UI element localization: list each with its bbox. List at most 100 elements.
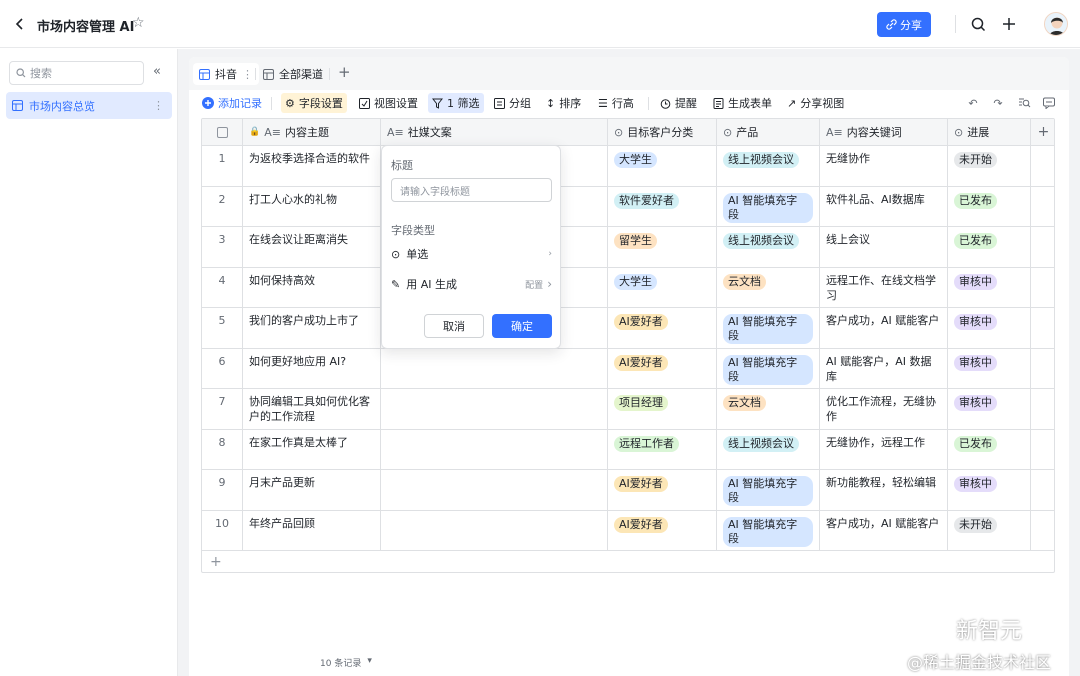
search-input[interactable]: 搜索	[9, 61, 144, 85]
cell-keywords[interactable]: 客户成功，AI 赋能客户	[820, 308, 948, 348]
cell-status[interactable]: 审核中	[948, 267, 1031, 307]
cell-topic[interactable]: 打工人心水的礼物	[243, 186, 381, 226]
cell-product[interactable]: AI 智能填充字段	[717, 348, 820, 388]
table-row[interactable]: 8 在家工作真是太棒了 远程工作者 线上视频会议 无缝协作，远程工作 已发布	[202, 429, 1054, 470]
table-row[interactable]: 6 如何更好地应用 AI? AI爱好者 AI 智能填充字段 AI 赋能客户，AI 数据库…	[202, 348, 1054, 389]
column-header-customer[interactable]: ⊙ 目标客户分类	[608, 119, 717, 146]
cell-product[interactable]: 云文档	[717, 267, 820, 307]
sidebar-item-overview[interactable]: 市场内容总览 ⋮	[6, 92, 172, 119]
remind-button[interactable]: 提醒	[656, 93, 701, 113]
add-column-icon[interactable]: +	[1031, 119, 1054, 146]
row-height-button[interactable]: ☰ 行高	[594, 93, 638, 113]
cell-topic[interactable]: 如何更好地应用 AI?	[243, 348, 381, 388]
record-count[interactable]: 10 条记录 ▾	[320, 656, 372, 669]
cell-product[interactable]: 线上视频会议	[717, 429, 820, 469]
cell-empty[interactable]	[1031, 187, 1054, 227]
cell-topic[interactable]: 年终产品回顾	[243, 510, 381, 550]
cell-topic[interactable]: 为返校季选择合适的软件	[243, 146, 381, 186]
cell-status[interactable]: 审核中	[948, 389, 1031, 429]
cell-customer[interactable]: AI爱好者	[608, 510, 717, 550]
cell-keywords[interactable]: 新功能教程，轻松编辑	[820, 470, 948, 510]
table-row[interactable]: 10 年终产品回顾 AI爱好者 AI 智能填充字段 客户成功，AI 赋能客户 未开始	[202, 510, 1054, 551]
cell-n[interactable]: 3	[202, 227, 243, 267]
add-row-icon[interactable]: +	[202, 550, 1054, 572]
column-header-status[interactable]: ⊙ 进展	[948, 119, 1031, 146]
cell-product[interactable]: AI 智能填充字段	[717, 510, 820, 550]
collapse-sidebar-icon[interactable]: «	[153, 64, 161, 79]
cell-empty[interactable]	[1031, 389, 1054, 429]
field-title-input[interactable]: 请输入字段标题	[391, 178, 552, 202]
cell-keywords[interactable]: 软件礼品、AI数据库	[820, 186, 948, 226]
filter-button[interactable]: 1 筛选	[428, 93, 484, 113]
cell-customer[interactable]: 软件爱好者	[608, 186, 717, 226]
column-header-keywords[interactable]: A≡ 内容关键词	[820, 119, 948, 146]
cell-customer[interactable]: 大学生	[608, 267, 717, 307]
cell-topic[interactable]: 月末产品更新	[243, 470, 381, 510]
group-button[interactable]: 分组	[490, 93, 535, 113]
find-replace-icon[interactable]	[1016, 95, 1032, 111]
cell-n[interactable]: 5	[202, 308, 243, 348]
cell-topic[interactable]: 在家工作真是太棒了	[243, 429, 381, 469]
cell-n[interactable]: 2	[202, 186, 243, 226]
field-settings-button[interactable]: ⚙ 字段设置	[281, 93, 347, 113]
cell-keywords[interactable]: 优化工作流程，无缝协作	[820, 389, 948, 429]
cell-status[interactable]: 已发布	[948, 227, 1031, 267]
cell-product[interactable]: AI 智能填充字段	[717, 308, 820, 348]
column-header-social-copy[interactable]: A≡ 社媒文案	[381, 119, 608, 146]
add-tab-icon[interactable]: +	[338, 63, 351, 81]
cell-topic[interactable]: 如何保持高效	[243, 267, 381, 307]
cell-keywords[interactable]: 无缝协作，远程工作	[820, 429, 948, 469]
table-row[interactable]: 9 月末产品更新 AI爱好者 AI 智能填充字段 新功能教程，轻松编辑 审核中	[202, 470, 1054, 511]
cell-customer[interactable]: AI爱好者	[608, 348, 717, 388]
cell-topic[interactable]: 在线会议让距离消失	[243, 227, 381, 267]
cell-product[interactable]: 云文档	[717, 389, 820, 429]
select-all-checkbox[interactable]	[202, 119, 243, 146]
more-icon[interactable]: ⋮	[153, 99, 164, 112]
cell-keywords[interactable]: 无缝协作	[820, 146, 948, 186]
cell-empty[interactable]	[1031, 349, 1054, 389]
cell-n[interactable]: 1	[202, 146, 243, 186]
cell-product[interactable]: 线上视频会议	[717, 227, 820, 267]
plus-icon[interactable]	[999, 14, 1019, 34]
share-button[interactable]: 分享	[877, 12, 931, 37]
column-header-topic[interactable]: 🔒 A≡ 内容主题	[243, 119, 381, 146]
table-row[interactable]: 7 协同编辑工具如何优化客户的工作流程 项目经理 云文档 优化工作流程，无缝协作 审核中	[202, 389, 1054, 430]
cell-customer[interactable]: 大学生	[608, 146, 717, 186]
table-row[interactable]: 5 我们的客户成功上市了 AI爱好者 AI 智能填充字段 客户成功，AI 赋能客户 审核中	[202, 308, 1054, 349]
cell-status[interactable]: 未开始	[948, 146, 1031, 186]
cell-empty[interactable]	[381, 389, 608, 429]
cell-empty[interactable]	[1031, 146, 1054, 186]
cell-empty[interactable]	[1031, 511, 1054, 551]
cell-empty[interactable]	[381, 510, 608, 550]
cell-product[interactable]: AI 智能填充字段	[717, 186, 820, 226]
cell-topic[interactable]: 协同编辑工具如何优化客户的工作流程	[243, 389, 381, 429]
cell-n[interactable]: 8	[202, 429, 243, 469]
cell-customer[interactable]: AI爱好者	[608, 470, 717, 510]
cell-status[interactable]: 已发布	[948, 186, 1031, 226]
comment-icon[interactable]	[1041, 95, 1057, 111]
add-record-button[interactable]: 添加记录	[198, 93, 266, 113]
cell-empty[interactable]	[1031, 268, 1054, 308]
table-row[interactable]: 1 为返校季选择合适的软件 大学生 线上视频会议 无缝协作 未开始	[202, 146, 1054, 187]
cell-status[interactable]: 审核中	[948, 348, 1031, 388]
sort-button[interactable]: ↕ 排序	[542, 93, 585, 113]
cell-keywords[interactable]: 客户成功，AI 赋能客户	[820, 510, 948, 550]
cell-empty[interactable]	[381, 348, 608, 388]
cell-status[interactable]: 审核中	[948, 470, 1031, 510]
cell-empty[interactable]	[1031, 470, 1054, 510]
share-view-button[interactable]: ↗ 分享视图	[783, 93, 848, 113]
star-icon[interactable]: ☆	[132, 15, 145, 31]
cell-empty[interactable]	[381, 429, 608, 469]
column-header-product[interactable]: ⊙ 产品	[717, 119, 820, 146]
cell-n[interactable]: 10	[202, 510, 243, 550]
cell-customer[interactable]: 远程工作者	[608, 429, 717, 469]
tab-all-channels[interactable]: 全部渠道	[257, 63, 329, 85]
cell-status[interactable]: 已发布	[948, 429, 1031, 469]
generate-form-button[interactable]: 生成表单	[709, 93, 776, 113]
table-row[interactable]: 4 如何保持高效 大学生 云文档 远程工作、在线文档学习 审核中	[202, 267, 1054, 308]
cancel-button[interactable]: 取消	[424, 314, 484, 338]
cell-empty[interactable]	[1031, 430, 1054, 470]
field-type-single-select[interactable]: ⊙ 单选 ›	[391, 243, 552, 265]
cell-topic[interactable]: 我们的客户成功上市了	[243, 308, 381, 348]
cell-n[interactable]: 6	[202, 348, 243, 388]
